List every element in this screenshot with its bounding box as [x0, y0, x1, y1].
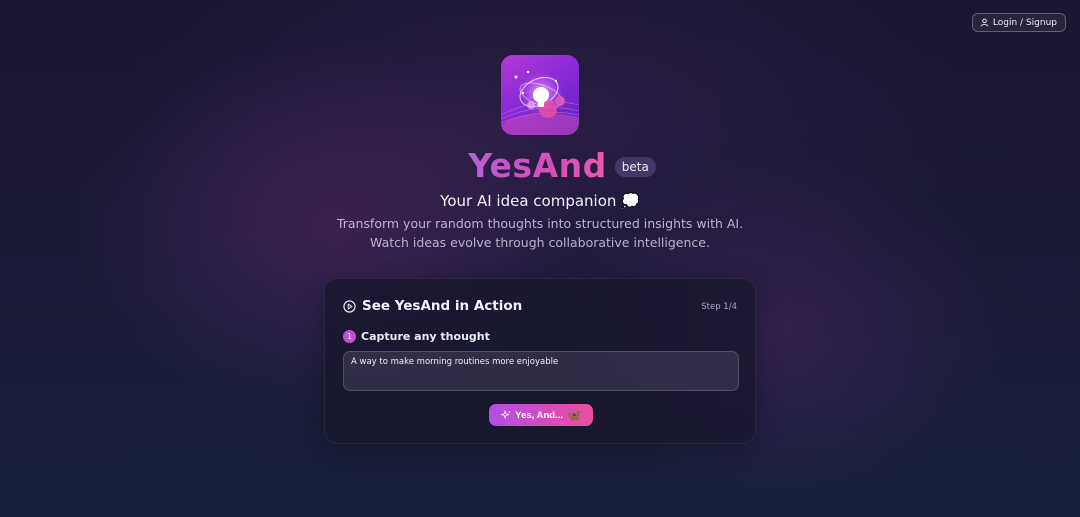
- beta-badge: beta: [614, 156, 656, 177]
- hero-subtitle: Your AI idea companion 💭: [440, 192, 640, 210]
- demo-card: See YesAnd in Action Step 1/4 1 Capture …: [324, 278, 756, 444]
- login-signup-button[interactable]: Login / Signup: [971, 13, 1066, 32]
- app-title: YesAnd: [468, 146, 607, 185]
- yes-and-button-label: Yes, And...: [515, 409, 563, 421]
- hero-description-line2: Watch ideas evolve through collaborative…: [370, 235, 710, 250]
- step-label: Capture any thought: [361, 330, 490, 343]
- demo-card-header: See YesAnd in Action: [343, 298, 522, 314]
- thought-input[interactable]: [343, 351, 739, 391]
- sparkles-icon: [501, 410, 511, 419]
- step-number-badge: 1: [343, 330, 356, 343]
- lightbulb-logo-icon: [501, 70, 579, 135]
- login-signup-label: Login / Signup: [992, 17, 1057, 28]
- user-icon: [980, 18, 989, 27]
- butterfly-icon: 🦋: [567, 409, 581, 422]
- step-label-row: 1 Capture any thought: [343, 330, 490, 343]
- yes-and-button[interactable]: Yes, And... 🦋: [489, 404, 593, 426]
- step-indicator: Step 1/4: [701, 302, 737, 312]
- play-circle-icon: [343, 299, 356, 313]
- app-logo: [501, 55, 579, 135]
- hero-description-line1: Transform your random thoughts into stru…: [336, 216, 744, 231]
- hero-title-row: YesAnd beta: [0, 146, 1080, 185]
- demo-card-title: See YesAnd in Action: [362, 298, 523, 314]
